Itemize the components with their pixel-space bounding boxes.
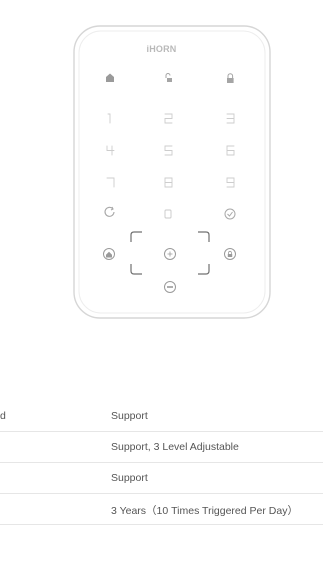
spec-value: Support, 3 Level Adjustable <box>111 441 239 453</box>
device-brand-logo: iHORN <box>146 44 177 54</box>
spec-row: Support, 3 Level Adjustable <box>0 432 323 463</box>
specs-table: d Support Support, 3 Level Adjustable Su… <box>0 401 323 525</box>
spec-value: Support <box>111 472 148 484</box>
keypad-product-image <box>73 25 271 319</box>
spec-value: Support <box>111 410 148 422</box>
spec-row: Support <box>0 463 323 494</box>
keypad-device-body <box>73 25 271 319</box>
spec-row: d Support <box>0 401 323 432</box>
spec-label: d <box>0 410 6 422</box>
spec-value: 3 Years（10 Times Triggered Per Day） <box>111 505 298 517</box>
spec-row: 3 Years（10 Times Triggered Per Day） <box>0 494 323 525</box>
